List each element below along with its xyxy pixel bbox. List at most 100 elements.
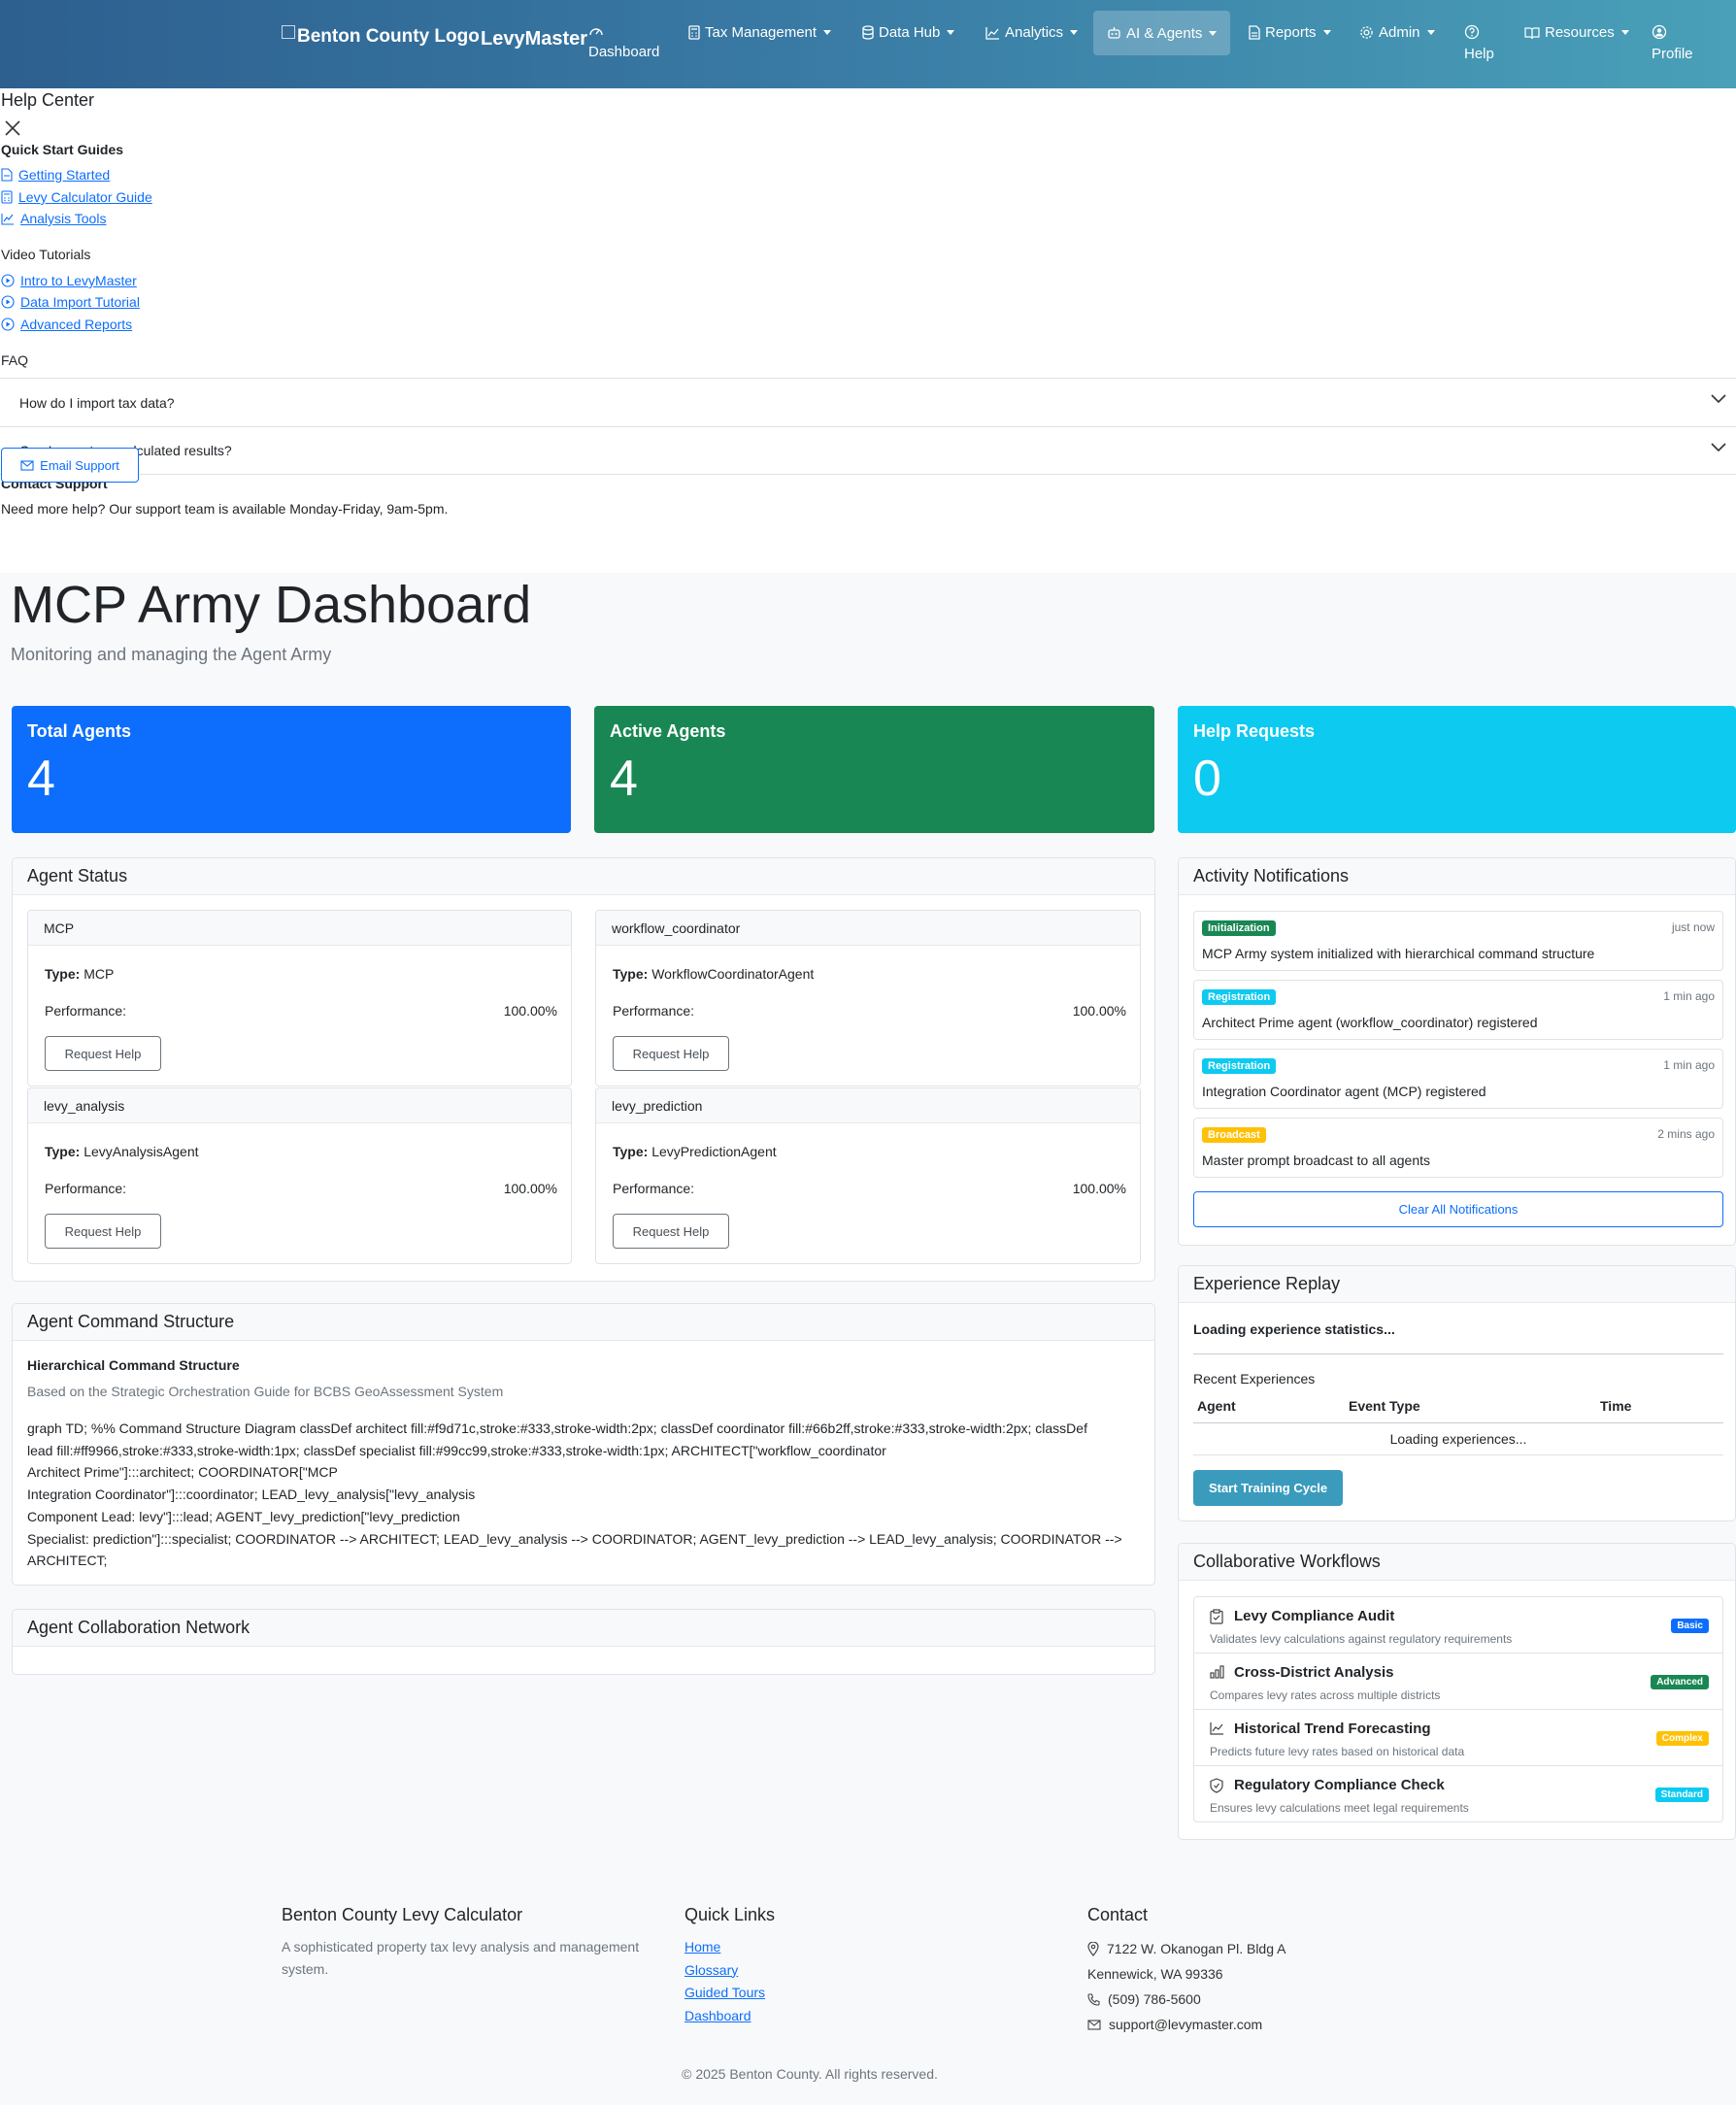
start-training-button[interactable]: Start Training Cycle <box>1193 1470 1343 1506</box>
getting-started-link[interactable]: Getting Started <box>18 167 110 183</box>
command-structure-source: Based on the Strategic Orchestration Gui… <box>27 1384 504 1399</box>
line-chart-icon <box>1210 1722 1223 1735</box>
workflow-item[interactable]: Cross-District Analysis Compares levy ra… <box>1193 1653 1723 1710</box>
workflow-item[interactable]: Levy Compliance Audit Validates levy cal… <box>1193 1596 1723 1654</box>
play-circle-icon <box>1 295 15 309</box>
envelope-icon <box>1087 2019 1101 2030</box>
video-tutorials-title: Video Tutorials <box>1 247 91 262</box>
agent-type: Type: LevyAnalysisAgent <box>45 1144 199 1159</box>
footer-link-dashboard[interactable]: Dashboard <box>684 2008 751 2023</box>
footer-link-guided-tours[interactable]: Guided Tours <box>684 1985 765 2000</box>
nav-resources[interactable]: Resources <box>1524 24 1629 41</box>
activity-notifications-card: Activity Notifications Initialization ju… <box>1178 857 1736 1246</box>
advanced-reports-video-link[interactable]: Advanced Reports <box>20 317 132 332</box>
chevron-down-icon <box>1711 443 1726 452</box>
footer-address: 7122 W. Okanogan Pl. Bldg A <box>1087 1936 1285 1961</box>
caret-down-icon <box>947 30 955 35</box>
nav-ai-agents[interactable]: AI & Agents <box>1093 11 1231 55</box>
total-agents-label: Total Agents <box>27 721 131 741</box>
recent-experiences-title: Recent Experiences <box>1193 1371 1316 1387</box>
email-support-label: Email Support <box>40 457 119 473</box>
workflow-name: Regulatory Compliance Check <box>1234 1777 1445 1793</box>
workflow-item[interactable]: Regulatory Compliance Check Ensures levy… <box>1193 1765 1723 1822</box>
nav-profile[interactable]: Profile <box>1652 24 1693 62</box>
close-button[interactable] <box>4 119 21 137</box>
request-help-button[interactable]: Request Help <box>45 1214 161 1249</box>
performance-label: Performance: <box>45 1003 127 1019</box>
experience-replay-card: Experience Replay Loading experience sta… <box>1178 1265 1736 1521</box>
performance-label: Performance: <box>45 1181 127 1196</box>
notification-message: Architect Prime agent (workflow_coordina… <box>1202 1015 1538 1030</box>
intro-video-link[interactable]: Intro to LevyMaster <box>20 273 137 288</box>
request-help-button[interactable]: Request Help <box>613 1214 729 1249</box>
notification-message: Integration Coordinator agent (MCP) regi… <box>1202 1084 1486 1099</box>
book-icon <box>1524 26 1540 39</box>
footer-links-title: Quick Links <box>684 1905 776 1924</box>
faq-question: How do I import tax data? <box>19 394 175 411</box>
shield-check-icon <box>1210 1778 1223 1793</box>
faq-accordion-item[interactable]: How do I import tax data? <box>0 378 1736 426</box>
nav-tax-management[interactable]: Tax Management <box>688 24 832 41</box>
workflow-item[interactable]: Historical Trend Forecasting Predicts fu… <box>1193 1709 1723 1766</box>
nav-ai-agents-label: AI & Agents <box>1126 24 1203 42</box>
video-link[interactable]: Intro to LevyMaster <box>1 273 137 288</box>
footer-link-glossary[interactable]: Glossary <box>684 1962 738 1978</box>
nav-data-hub[interactable]: Data Hub <box>862 24 955 41</box>
column-header: Agent <box>1197 1398 1236 1414</box>
request-help-button[interactable]: Request Help <box>613 1036 729 1071</box>
quick-start-link[interactable]: Getting Started <box>1 167 110 183</box>
workflow-description: Ensures levy calculations meet legal req… <box>1210 1801 1469 1815</box>
faq-title: FAQ <box>1 352 29 368</box>
nav-profile-label: Profile <box>1652 46 1693 62</box>
line-chart-icon <box>985 26 999 40</box>
video-link[interactable]: Data Import Tutorial <box>1 294 140 310</box>
workflow-name: Levy Compliance Audit <box>1234 1608 1395 1624</box>
faq-accordion-item[interactable]: Can I export my calculated results? <box>0 426 1736 475</box>
nav-dashboard[interactable]: Dashboard <box>588 24 659 60</box>
page-subtitle: Monitoring and managing the Agent Army <box>11 645 332 664</box>
performance-value: 100.00% <box>503 1003 557 1019</box>
brand-name[interactable]: LevyMaster <box>481 28 587 50</box>
clear-notifications-button[interactable]: Clear All Notifications <box>1193 1191 1723 1227</box>
footer-phone[interactable]: (509) 786-5600 <box>1087 1987 1285 2012</box>
footer-email[interactable]: support@levymaster.com <box>1087 2012 1285 2037</box>
database-icon <box>862 25 874 40</box>
chevron-down-icon <box>1711 394 1726 404</box>
quick-start-link[interactable]: Analysis Tools <box>1 211 106 226</box>
help-requests-card: Help Requests 0 <box>1178 706 1736 833</box>
quick-start-link[interactable]: Levy Calculator Guide <box>1 189 152 205</box>
notification-time: 1 min ago <box>1663 989 1715 1003</box>
mermaid-line: Integration Coordinator"]:::coordinator;… <box>27 1487 476 1503</box>
brand-logo[interactable]: Benton County Logo <box>282 25 480 48</box>
help-requests-value: 0 <box>1193 751 1221 807</box>
nav-admin[interactable]: Admin <box>1359 24 1435 41</box>
nav-reports[interactable]: Reports <box>1249 24 1331 41</box>
nav-analytics[interactable]: Analytics <box>985 24 1079 41</box>
mermaid-line: ARCHITECT; <box>27 1553 108 1569</box>
user-circle-icon <box>1652 24 1667 40</box>
notification-message: MCP Army system initialized with hierarc… <box>1202 946 1595 961</box>
analysis-tools-link[interactable]: Analysis Tools <box>20 211 106 226</box>
footer-link-home[interactable]: Home <box>684 1939 720 1955</box>
workflow-badge: Complex <box>1655 1731 1709 1746</box>
levy-calculator-guide-link[interactable]: Levy Calculator Guide <box>18 189 152 205</box>
collaborative-workflows-title: Collaborative Workflows <box>1179 1544 1735 1581</box>
request-help-button[interactable]: Request Help <box>45 1036 161 1071</box>
nav-data-hub-label: Data Hub <box>879 24 941 41</box>
video-link[interactable]: Advanced Reports <box>1 317 132 332</box>
nav-help[interactable]: Help <box>1464 24 1494 62</box>
command-structure-card: Agent Command Structure Hierarchical Com… <box>12 1303 1155 1586</box>
robot-icon <box>1108 27 1120 39</box>
data-import-video-link[interactable]: Data Import Tutorial <box>20 294 140 310</box>
email-support-button[interactable]: Email Support <box>1 448 139 483</box>
file-text-icon <box>1249 25 1260 40</box>
workflow-badge: Basic <box>1671 1619 1709 1633</box>
agent-type: Type: WorkflowCoordinatorAgent <box>613 966 815 982</box>
workflow-name: Historical Trend Forecasting <box>1234 1721 1431 1737</box>
file-icon <box>1 168 13 182</box>
phone-icon <box>1087 1992 1100 2006</box>
gear-icon <box>1360 26 1373 39</box>
notification-badge: Initialization <box>1202 920 1276 936</box>
active-agents-card: Active Agents 4 <box>594 706 1154 833</box>
collaboration-network-title: Agent Collaboration Network <box>13 1610 1154 1647</box>
